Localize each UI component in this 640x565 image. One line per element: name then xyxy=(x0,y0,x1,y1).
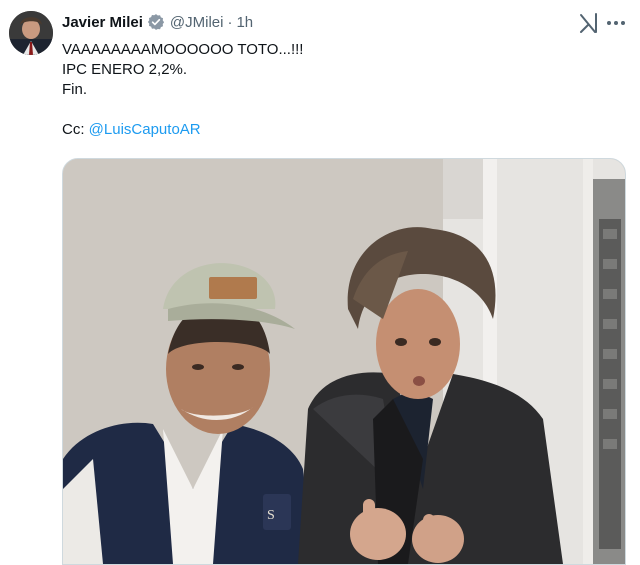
verified-badge-icon xyxy=(147,13,165,31)
separator-dot: · xyxy=(227,13,233,31)
tweet-timestamp[interactable]: 1h xyxy=(236,14,253,31)
tweet-line-1: VAAAAAAAAMOOOOOO TOTO...!!! xyxy=(62,41,304,58)
tweet-header: Javier Milei @JMilei · 1h xyxy=(62,12,253,32)
more-options-icon[interactable] xyxy=(605,12,627,34)
tweet-text: VAAAAAAAAMOOOOOO TOTO...!!! IPC ENERO 2,… xyxy=(62,40,622,140)
tweet-line-3: Fin. xyxy=(62,81,88,98)
author-name[interactable]: Javier Milei xyxy=(62,14,143,31)
author-handle[interactable]: @JMilei xyxy=(170,14,224,31)
mention-link[interactable]: @LuisCaputoAR xyxy=(89,121,201,138)
tweet-line-2: IPC ENERO 2,2%. xyxy=(62,61,188,78)
tweet-photo[interactable]: S xyxy=(62,158,626,565)
tweet-cc-line: Cc: @LuisCaputoAR xyxy=(62,120,622,140)
cc-prefix: Cc: xyxy=(62,121,89,138)
svg-text:S: S xyxy=(267,508,275,523)
author-avatar[interactable] xyxy=(9,11,53,55)
grok-icon[interactable] xyxy=(578,12,600,34)
